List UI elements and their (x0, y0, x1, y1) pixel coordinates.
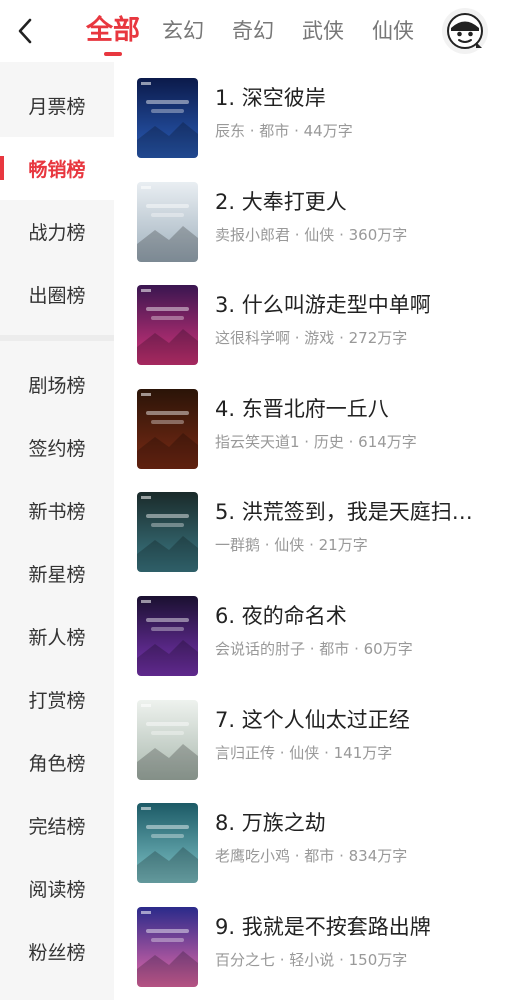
user-avatar-button[interactable] (442, 8, 488, 54)
book-cover (137, 182, 198, 262)
top-bar: 全部 玄幻 奇幻 武侠 仙侠 (0, 0, 506, 62)
book-item[interactable]: 4. 东晋北府一丘八 指云笑天道1 · 历史 · 614万字 (114, 373, 506, 477)
tab-all[interactable]: 全部 (86, 0, 140, 62)
sidebar-item-newcomer[interactable]: 新人榜 (0, 605, 114, 668)
book-title: 9. 我就是不按套路出牌 (215, 915, 431, 939)
book-meta: 百分之七 · 轻小说 · 150万字 (215, 951, 408, 969)
book-item[interactable]: 6. 夜的命名术 会说话的肘子 · 都市 · 60万字 (114, 580, 506, 684)
book-meta: 这很科学啊 · 游戏 · 272万字 (215, 329, 408, 347)
book-meta: 老鹰吃小鸡 · 都市 · 834万字 (215, 847, 408, 865)
book-item[interactable]: 7. 这个人仙太过正经 言归正传 · 仙侠 · 141万字 (114, 684, 506, 788)
book-title: 1. 深空彼岸 (215, 86, 326, 110)
book-title: 7. 这个人仙太过正经 (215, 708, 410, 732)
book-title: 3. 什么叫游走型中单啊 (215, 293, 431, 317)
sidebar-item-completed[interactable]: 完结榜 (0, 794, 114, 857)
book-cover (137, 285, 198, 365)
book-meta: 卖报小郎君 · 仙侠 · 360万字 (215, 226, 408, 244)
sidebar-item-theater[interactable]: 剧场榜 (0, 353, 114, 416)
sidebar-item-reading[interactable]: 阅读榜 (0, 857, 114, 920)
chevron-left-icon (18, 18, 32, 44)
book-title: 8. 万族之劫 (215, 811, 326, 835)
ranking-sidebar: 月票榜 畅销榜 战力榜 出圈榜 剧场榜 签约榜 新书榜 新星榜 新人榜 打赏榜 … (0, 62, 114, 1000)
book-cover (137, 78, 198, 158)
book-item[interactable]: 5. 洪荒签到，我是天庭扫地神 一群鹅 · 仙侠 · 21万字 (114, 476, 506, 580)
sidebar-item-monthly-ticket[interactable]: 月票榜 (0, 74, 114, 137)
back-button[interactable] (10, 13, 40, 49)
tab-xianxia[interactable]: 仙侠 (372, 0, 414, 62)
book-title: 2. 大奉打更人 (215, 190, 347, 214)
book-cover (137, 596, 198, 676)
book-item[interactable]: 2. 大奉打更人 卖报小郎君 · 仙侠 · 360万字 (114, 166, 506, 270)
book-meta: 会说话的肘子 · 都市 · 60万字 (215, 640, 413, 658)
sidebar-item-new-star[interactable]: 新星榜 (0, 542, 114, 605)
tab-wuxia[interactable]: 武侠 (302, 0, 344, 62)
book-title: 5. 洪荒签到，我是天庭扫地神 (215, 500, 491, 524)
book-title: 4. 东晋北府一丘八 (215, 397, 389, 421)
sidebar-item-new-book[interactable]: 新书榜 (0, 479, 114, 542)
book-title: 6. 夜的命名术 (215, 604, 347, 628)
sidebar-item-reward[interactable]: 打赏榜 (0, 668, 114, 731)
sidebar-item-character[interactable]: 角色榜 (0, 731, 114, 794)
book-item[interactable]: 9. 我就是不按套路出牌 百分之七 · 轻小说 · 150万字 (114, 891, 506, 995)
sidebar-item-breakout[interactable]: 出圈榜 (0, 263, 114, 326)
book-meta: 指云笑天道1 · 历史 · 614万字 (215, 433, 417, 451)
sidebar-item-power[interactable]: 战力榜 (0, 200, 114, 263)
book-item[interactable]: 8. 万族之劫 老鹰吃小鸡 · 都市 · 834万字 (114, 787, 506, 891)
tab-qihuan[interactable]: 奇幻 (232, 0, 274, 62)
sidebar-item-fans[interactable]: 粉丝榜 (0, 920, 114, 983)
book-meta: 辰东 · 都市 · 44万字 (215, 122, 353, 140)
book-cover (137, 492, 198, 572)
sidebar-item-bestseller[interactable]: 畅销榜 (0, 137, 114, 200)
tab-xuanhuan[interactable]: 玄幻 (162, 0, 204, 62)
book-item[interactable]: 1. 深空彼岸 辰东 · 都市 · 44万字 (114, 62, 506, 166)
sidebar-divider (0, 335, 114, 341)
book-cover (137, 700, 198, 780)
book-item[interactable]: 3. 什么叫游走型中单啊 这很科学啊 · 游戏 · 272万字 (114, 269, 506, 373)
book-meta: 一群鹅 · 仙侠 · 21万字 (215, 536, 368, 554)
user-avatar-icon (447, 13, 483, 49)
book-cover (137, 907, 198, 987)
sidebar-item-signed[interactable]: 签约榜 (0, 416, 114, 479)
book-cover (137, 803, 198, 883)
book-cover (137, 389, 198, 469)
category-tabs: 全部 玄幻 奇幻 武侠 仙侠 (86, 0, 442, 62)
book-meta: 言归正传 · 仙侠 · 141万字 (215, 744, 393, 762)
